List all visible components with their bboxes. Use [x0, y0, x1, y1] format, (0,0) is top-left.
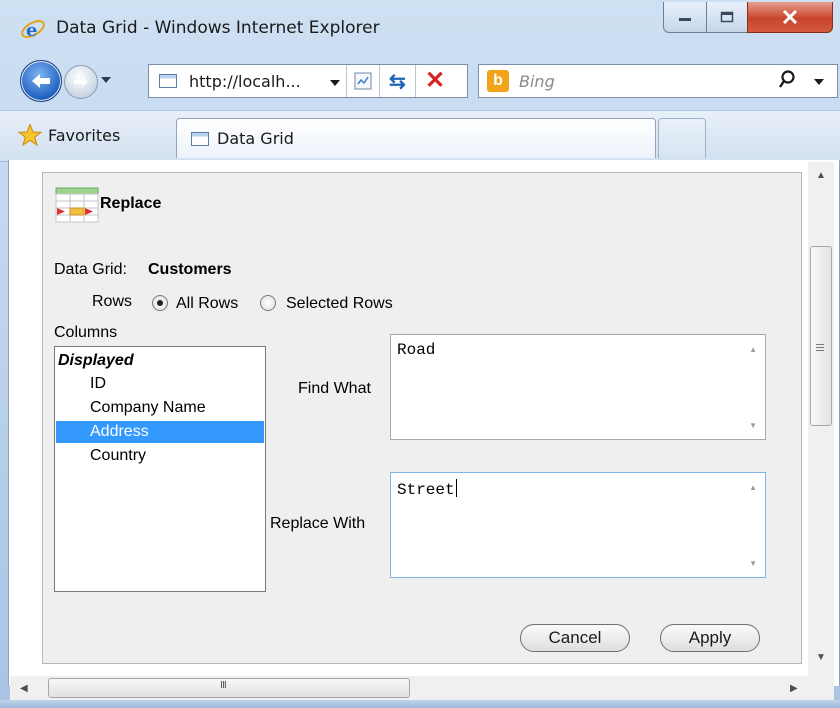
list-item-selected[interactable]: Address	[56, 421, 264, 443]
svg-text:e: e	[26, 20, 37, 41]
textarea-scroll-up-icon[interactable]: ▲	[749, 483, 757, 492]
favorites-star-icon	[18, 123, 42, 147]
maximize-icon	[720, 11, 734, 23]
refresh-icon[interactable]: ⇆	[389, 69, 406, 94]
list-item[interactable]: Country	[56, 445, 264, 467]
search-dropdown-icon[interactable]	[813, 78, 825, 86]
forward-button[interactable]	[64, 65, 98, 99]
list-group-header: Displayed	[58, 352, 134, 369]
address-separator	[379, 65, 380, 97]
address-dropdown-icon[interactable]	[329, 79, 341, 87]
page-icon	[191, 132, 209, 146]
internet-explorer-icon: e	[21, 20, 45, 41]
replace-with-textarea[interactable]: Street ▲ ▼	[390, 472, 766, 578]
columns-listbox[interactable]: Displayed ID Company Name Address Countr…	[54, 346, 266, 592]
replace-with-value[interactable]: Street	[397, 481, 455, 499]
search-icon[interactable]	[779, 69, 801, 91]
data-grid-label: Data Grid:	[54, 261, 127, 278]
search-bar[interactable]: b Bing	[478, 64, 838, 98]
stop-icon[interactable]: ✕	[425, 66, 445, 95]
all-rows-radio[interactable]	[152, 295, 168, 311]
dialog-title: Replace	[100, 195, 162, 212]
page-icon	[159, 74, 177, 88]
cancel-button[interactable]: Cancel	[520, 624, 630, 652]
list-item[interactable]: ID	[56, 373, 264, 395]
recent-pages-dropdown-icon[interactable]	[100, 76, 112, 84]
replace-grid-icon	[55, 187, 99, 223]
search-input[interactable]: Bing	[519, 72, 555, 91]
forward-arrow-icon	[74, 77, 88, 87]
tab-data-grid[interactable]: Data Grid	[176, 118, 656, 158]
scrollbar-corner	[808, 676, 834, 700]
text-caret	[455, 479, 457, 497]
address-bar[interactable]: http://localh... ⇆ ✕	[148, 64, 468, 98]
scroll-left-icon[interactable]: ◀	[20, 683, 28, 694]
selected-rows-radio[interactable]	[260, 295, 276, 311]
apply-button[interactable]: Apply	[660, 624, 760, 652]
rows-label: Rows	[92, 293, 133, 310]
vertical-scroll-thumb[interactable]	[810, 246, 832, 426]
favorites-button[interactable]: Favorites	[18, 122, 120, 148]
tab-label: Data Grid	[217, 129, 294, 148]
replace-with-field[interactable]: Street	[397, 479, 457, 499]
minimize-icon	[679, 18, 691, 21]
replace-with-label: Replace With	[270, 515, 366, 532]
horizontal-scroll-thumb[interactable]	[48, 678, 410, 698]
favorites-label: Favorites	[48, 125, 121, 145]
scroll-right-icon[interactable]: ▶	[790, 683, 798, 694]
radio-selected-dot	[157, 300, 163, 306]
data-grid-value: Customers	[148, 261, 232, 278]
all-rows-label[interactable]: All Rows	[176, 295, 238, 313]
horizontal-grip: III	[220, 680, 227, 691]
selected-rows-label[interactable]: Selected Rows	[286, 295, 393, 313]
list-item[interactable]: Company Name	[56, 397, 264, 419]
scroll-grip-icon	[816, 344, 824, 353]
close-icon	[782, 10, 798, 24]
columns-label: Columns	[54, 324, 118, 341]
close-button[interactable]	[747, 2, 833, 33]
compatibility-view-icon[interactable]	[354, 72, 372, 90]
scroll-up-icon[interactable]: ▲	[816, 170, 826, 181]
back-arrow-icon	[32, 74, 50, 88]
textarea-scroll-down-icon[interactable]: ▼	[749, 559, 757, 568]
browser-window: e Data Grid - Windows Internet Explorer …	[0, 0, 840, 708]
maximize-button[interactable]	[706, 2, 748, 33]
scroll-down-icon[interactable]: ▼	[816, 652, 826, 663]
address-separator	[415, 65, 416, 97]
find-what-value[interactable]: Road	[397, 341, 435, 359]
back-button[interactable]	[20, 60, 62, 102]
new-tab-button[interactable]	[658, 118, 706, 158]
address-text[interactable]: http://localh...	[189, 72, 301, 91]
textarea-scroll-down-icon[interactable]: ▼	[749, 421, 757, 430]
bing-logo-icon: b	[487, 70, 509, 92]
find-what-label: Find What	[298, 380, 371, 397]
minimize-button[interactable]	[663, 2, 707, 33]
textarea-scroll-up-icon[interactable]: ▲	[749, 345, 757, 354]
window-title: Data Grid - Windows Internet Explorer	[56, 18, 380, 38]
find-what-textarea[interactable]: Road ▲ ▼	[390, 334, 766, 440]
address-separator	[346, 65, 347, 97]
window-bottom-border	[0, 700, 840, 708]
